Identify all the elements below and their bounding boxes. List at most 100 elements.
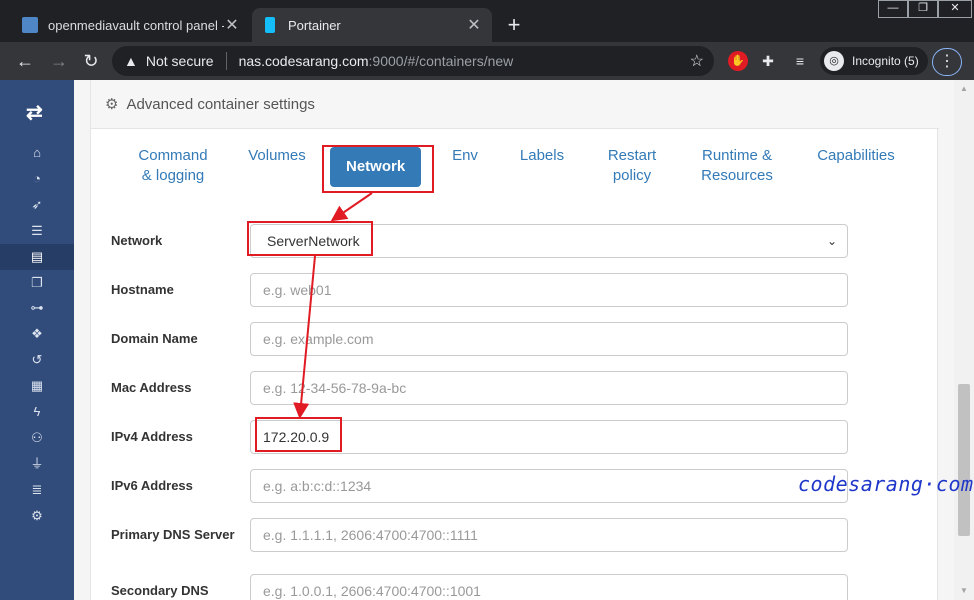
- settings-tabs: Command & logging Volumes Network Env La…: [91, 146, 939, 206]
- form-row-primary-dns-server: Primary DNS Server e.g. 1.1.1.1, 2606:470…: [111, 518, 851, 558]
- close-tab-icon[interactable]: ✕: [224, 15, 240, 35]
- tab-restart-policy[interactable]: Restart policy: [602, 146, 662, 186]
- sidebar-item-clone[interactable]: ❐: [0, 270, 74, 296]
- plug-icon: ⏚: [30, 455, 44, 471]
- history-icon: ↺: [31, 352, 43, 368]
- sidebar-item-home[interactable]: ⌂: [0, 140, 74, 166]
- ipv6-address-input[interactable]: e.g. a:b:c:d::1234: [250, 469, 848, 503]
- secondary-dns-input[interactable]: e.g. 1.0.0.1, 2606:4700:4700::1001: [250, 574, 848, 600]
- dashboard-icon: ◔: [33, 170, 41, 186]
- tab-capabilities[interactable]: Capabilities: [811, 146, 901, 166]
- tab-env[interactable]: Env: [447, 146, 483, 166]
- sidebar-item-sitemap[interactable]: ⊶: [0, 295, 74, 321]
- domain-name-input[interactable]: e.g. example.com: [250, 322, 848, 356]
- watermark: codesarang·com: [798, 472, 974, 496]
- tab-runtime-resources[interactable]: Runtime & Resources: [695, 146, 779, 186]
- bookmark-star-icon[interactable]: ☆: [690, 51, 704, 71]
- hostname-input[interactable]: e.g. web01: [250, 273, 848, 307]
- mac-address-input[interactable]: e.g. 12-34-56-78-9a-bc: [250, 371, 848, 405]
- sidebar-item-history[interactable]: ↺: [0, 347, 74, 373]
- form-row-ipv4-address: IPv4 Address 172.20.0.9: [111, 420, 851, 460]
- forward-arrow-icon[interactable]: →: [48, 50, 70, 72]
- tab-volumes[interactable]: Volumes: [241, 146, 313, 166]
- close-window-button[interactable]: ✕: [938, 0, 972, 18]
- mac-address-label: Mac Address: [111, 380, 192, 395]
- tab-title: Portainer: [288, 17, 341, 33]
- form-row-mac-address: Mac Address e.g. 12-34-56-78-9a-bc: [111, 371, 851, 411]
- sidebar-item-database[interactable]: ≣: [0, 477, 74, 503]
- sidebar-item-list[interactable]: ☰: [0, 218, 74, 244]
- domain-name-label: Domain Name: [111, 331, 198, 346]
- sidebar-item-dashboard[interactable]: ◔: [0, 166, 74, 192]
- minimize-button[interactable]: —: [878, 0, 908, 18]
- close-tab-icon[interactable]: ✕: [466, 15, 482, 35]
- sidebar-item-grid[interactable]: ▦: [0, 373, 74, 399]
- home-icon: ⌂: [33, 145, 41, 160]
- users-icon: ⚇: [31, 429, 43, 445]
- scroll-up-icon[interactable]: ▲: [958, 84, 970, 93]
- network-select-highlight: [247, 221, 373, 256]
- tab-command-logging[interactable]: Command & logging: [127, 146, 219, 186]
- scrollbar-thumb[interactable]: [958, 384, 970, 536]
- tab-title: openmediavault control panel - l: [48, 17, 224, 33]
- panel-title: Advanced container settings: [126, 95, 315, 113]
- security-status: Not secure: [145, 53, 214, 69]
- incognito-label: Incognito (5): [852, 54, 919, 68]
- browser-tab-openmediavault[interactable]: openmediavault control panel - l ✕: [12, 8, 250, 42]
- domain-name-placeholder: e.g. example.com: [263, 331, 374, 347]
- sidebar-item-cogs[interactable]: ⚙: [0, 503, 74, 529]
- advanced-settings-panel: ⚙ Advanced container settings Command & …: [90, 80, 939, 600]
- cubes-icon: ❖: [31, 326, 43, 342]
- browser-toolbar: ← → ↻ ▲ Not secure nas.codesarang.com :9…: [0, 42, 974, 80]
- form-row-ipv6-address: IPv6 Address e.g. a:b:c:d::1234: [111, 469, 851, 509]
- maximize-button[interactable]: ❐: [908, 0, 938, 18]
- sidebar-item-server[interactable]: ▤: [0, 243, 74, 270]
- hostname-label: Hostname: [111, 282, 174, 297]
- divider: [225, 52, 227, 70]
- clone-icon: ❐: [31, 274, 43, 290]
- tab-labels[interactable]: Labels: [515, 146, 569, 166]
- mac-address-placeholder: e.g. 12-34-56-78-9a-bc: [263, 380, 407, 396]
- form-row-domain-name: Domain Name e.g. example.com: [111, 322, 851, 362]
- url-path: :9000/#/containers/new: [368, 53, 514, 69]
- cogs-icon: ⚙: [31, 507, 43, 523]
- ipv6-address-placeholder: e.g. a:b:c:d::1234: [263, 478, 372, 494]
- address-bar[interactable]: ▲ Not secure nas.codesarang.com :9000/#/…: [112, 46, 714, 76]
- reload-icon[interactable]: ↻: [80, 50, 102, 72]
- cog-icon: ⚙: [105, 96, 119, 113]
- rocket-icon: ➶: [31, 196, 43, 212]
- panel-header: ⚙ Advanced container settings: [91, 80, 939, 129]
- sidebar-item-plug[interactable]: ⏚: [0, 451, 74, 477]
- sidebar-item-bolt[interactable]: ϟ: [0, 399, 74, 425]
- grid-icon: ▦: [30, 378, 44, 394]
- warning-triangle-icon: ▲: [124, 53, 138, 69]
- primary-dns-server-placeholder: e.g. 1.1.1.1, 2606:4700:4700::1111: [263, 527, 478, 543]
- scroll-down-icon[interactable]: ▼: [958, 586, 970, 595]
- chevron-down-icon: ⌄: [826, 234, 837, 248]
- portainer-page: ⇄ ⌂ ◔ ➶ ☰ ▤ ❐ ⊶ ❖ ↺ ▦ ϟ ⚇ ⏚ ≣ ⚙ ⚙ Advanced container s…: [0, 80, 974, 600]
- media-queue-icon[interactable]: ≡: [790, 51, 810, 71]
- browser-tab-portainer[interactable]: Portainer ✕: [252, 8, 492, 42]
- database-icon: ≣: [31, 481, 43, 497]
- sidebar-item-rocket[interactable]: ➶: [0, 192, 74, 218]
- secondary-dns-placeholder: e.g. 1.0.0.1, 2606:4700:4700::1001: [263, 583, 481, 599]
- openmediavault-favicon-icon: [22, 17, 38, 33]
- list-icon: ☰: [31, 222, 43, 238]
- new-tab-button[interactable]: +: [502, 12, 526, 38]
- page-scrollbar[interactable]: ▲ ▼: [954, 80, 974, 600]
- sidebar-item-cubes[interactable]: ❖: [0, 321, 74, 347]
- adblock-hand-icon[interactable]: ✋: [728, 51, 748, 71]
- portainer-toggle-icon[interactable]: ⇄: [26, 100, 43, 125]
- extensions-puzzle-icon[interactable]: ✚: [758, 51, 778, 71]
- back-arrow-icon[interactable]: ←: [14, 50, 36, 72]
- incognito-badge[interactable]: ◎ Incognito (5): [820, 47, 928, 75]
- browser-tab-strip: openmediavault control panel - l ✕ Porta…: [0, 0, 974, 42]
- form-row-hostname: Hostname e.g. web01: [111, 273, 851, 313]
- sidebar-item-users[interactable]: ⚇: [0, 425, 74, 451]
- browser-menu-icon[interactable]: ⋮: [932, 48, 962, 76]
- form-row-secondary-dns: Secondary DNS e.g. 1.0.0.1, 2606:4700:470…: [111, 574, 851, 600]
- url-host: nas.codesarang.com: [238, 53, 369, 69]
- server-icon: ▤: [30, 248, 44, 264]
- network-tab-highlight: [322, 145, 434, 193]
- primary-dns-server-input[interactable]: e.g. 1.1.1.1, 2606:4700:4700::1111: [250, 518, 848, 552]
